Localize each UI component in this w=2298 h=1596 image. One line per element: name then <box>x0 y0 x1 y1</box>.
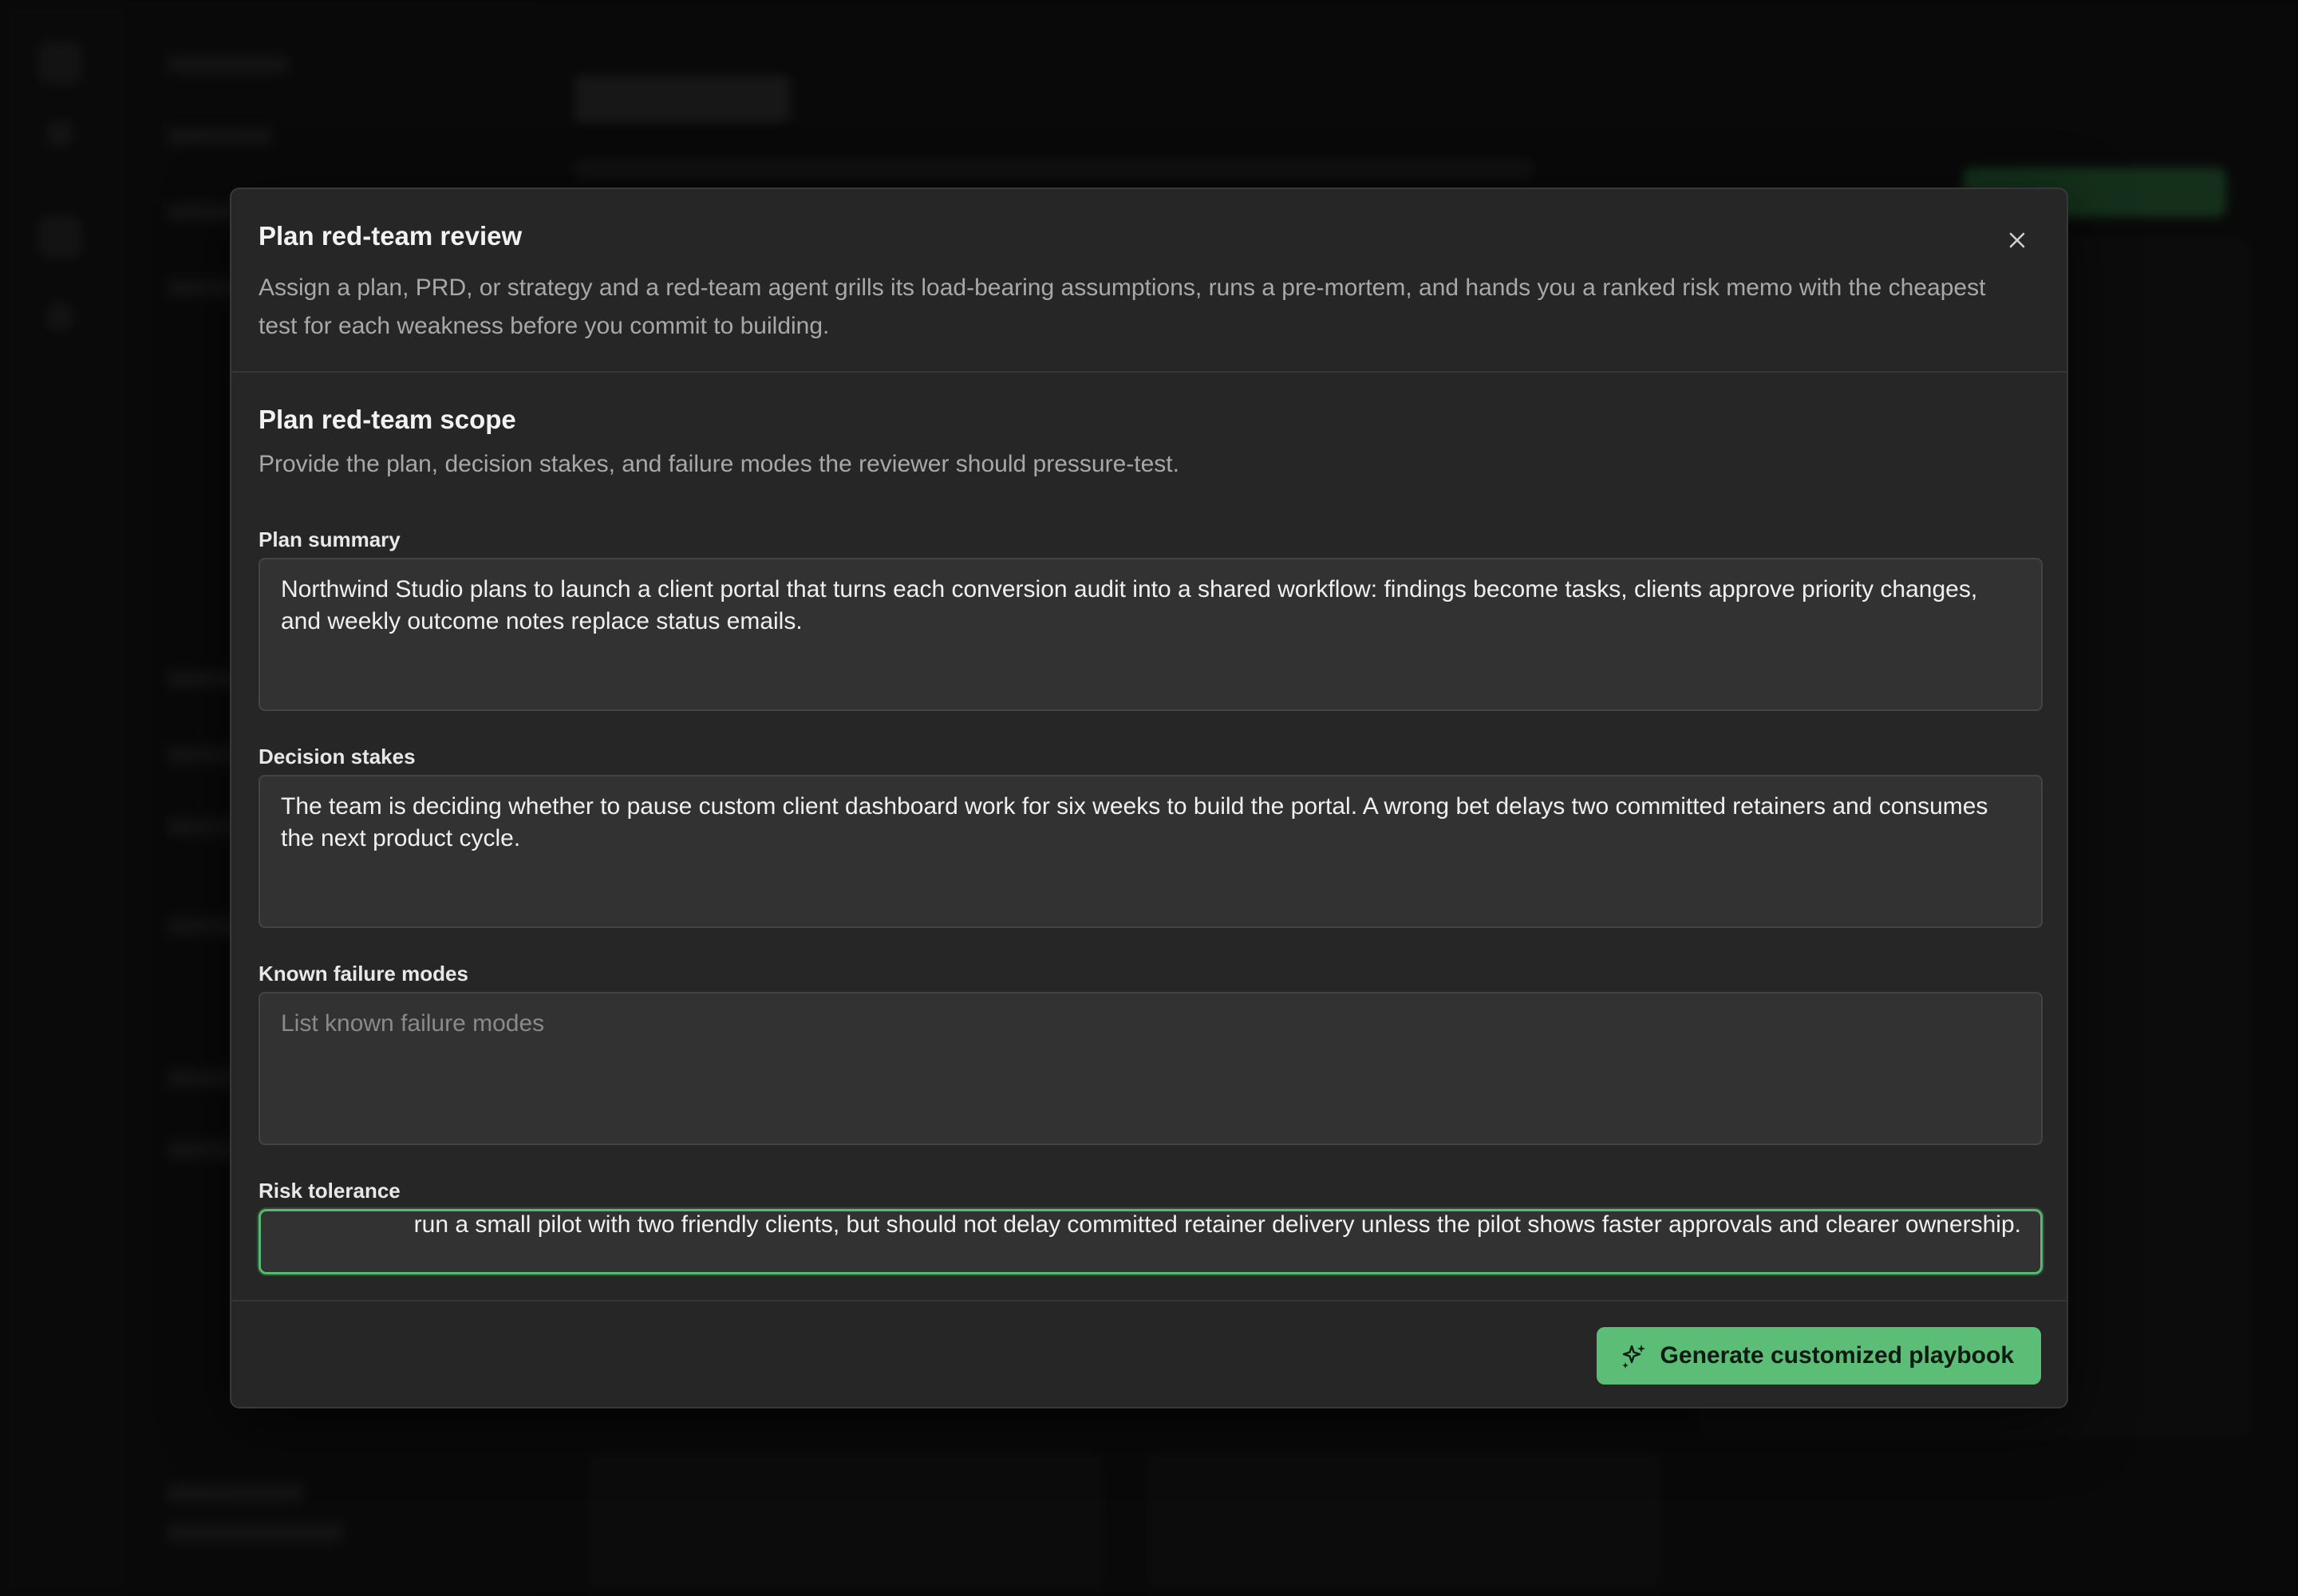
generate-playbook-label: Generate customized playbook <box>1660 1342 2014 1369</box>
known-failure-modes-label: Known failure modes <box>259 962 468 986</box>
decision-stakes-field[interactable]: The team is deciding whether to pause cu… <box>259 775 2043 928</box>
scope-description: Provide the plan, decision stakes, and f… <box>259 451 1179 477</box>
close-icon <box>2009 232 2025 248</box>
risk-tolerance-input[interactable]: run a small pilot with two friendly clie… <box>259 1209 2043 1274</box>
sparkles-icon <box>1621 1345 1645 1369</box>
generate-playbook-button[interactable]: Generate customized playbook <box>1596 1327 2041 1385</box>
modal-description: Assign a plan, PRD, or strategy and a re… <box>259 275 1986 339</box>
risk-tolerance-value: run a small pilot with two friendly clie… <box>413 1211 2021 1238</box>
plan-summary-label: Plan summary <box>259 527 401 551</box>
decision-stakes-label: Decision stakes <box>259 745 416 768</box>
known-failure-modes-field[interactable] <box>259 992 2043 1145</box>
plan-red-team-modal: Plan red-team review Assign a plan, PRD,… <box>230 188 2068 1408</box>
risk-tolerance-label: Risk tolerance <box>259 1179 401 1203</box>
plan-summary-field[interactable]: Northwind Studio plans to launch a clien… <box>259 558 2043 711</box>
modal-title: Plan red-team review <box>259 221 523 251</box>
scope-title: Plan red-team scope <box>259 405 516 434</box>
close-button[interactable] <box>2001 224 2033 256</box>
modal-footer: Generate customized playbook <box>231 1300 2067 1407</box>
modal-header: Plan red-team review Assign a plan, PRD,… <box>231 189 2067 373</box>
